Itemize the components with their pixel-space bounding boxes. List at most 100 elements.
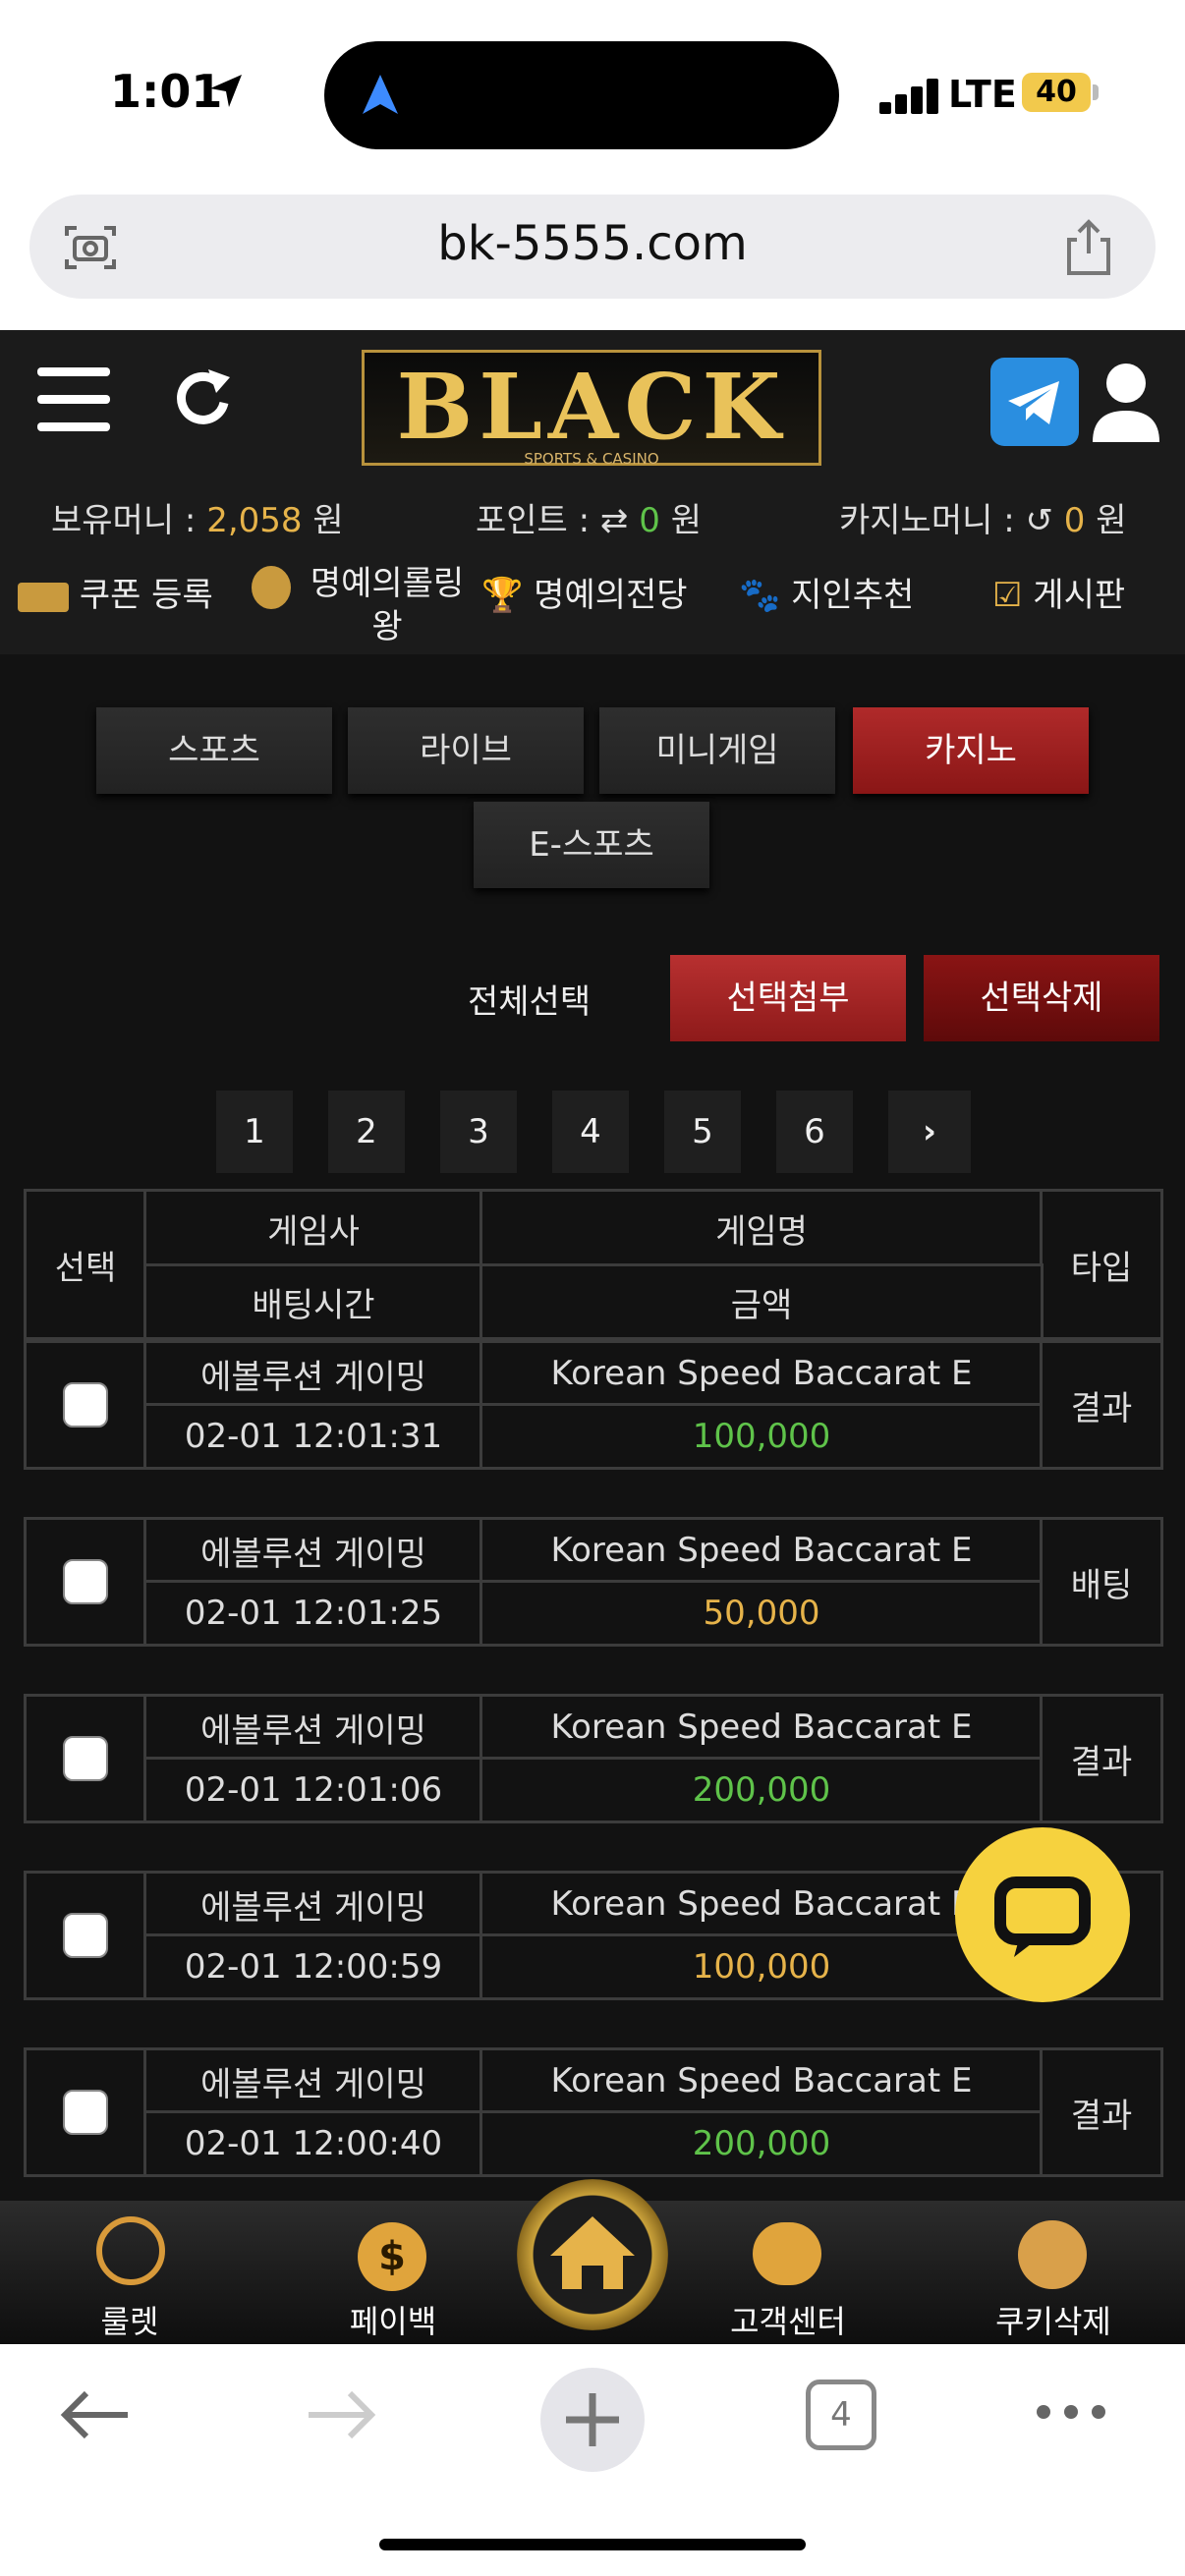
network-type: LTE	[948, 73, 1017, 116]
row-amount: 50,000	[480, 1580, 1044, 1647]
refresh-icon[interactable]	[173, 364, 238, 432]
row-type: 결과	[1040, 2047, 1163, 2177]
holding-value: 2,058	[206, 501, 303, 540]
hamburger-menu-icon[interactable]	[37, 367, 110, 432]
tabs-button[interactable]: 4	[806, 2380, 876, 2450]
nav-board[interactable]: ☑ 게시판	[992, 568, 1125, 616]
row-time: 02-01 12:01:31	[143, 1403, 483, 1470]
cookie-icon[interactable]	[1018, 2220, 1087, 2289]
page-3[interactable]: 3	[440, 1091, 517, 1173]
row-amount: 200,000	[480, 1757, 1044, 1823]
header-type: 타입	[1040, 1189, 1163, 1340]
row-checkbox[interactable]	[63, 1736, 108, 1781]
page-2[interactable]: 2	[328, 1091, 405, 1173]
row-checkbox[interactable]	[63, 2090, 108, 2135]
row-game: Korean Speed Baccarat E	[480, 1340, 1044, 1407]
user-profile-icon[interactable]	[1089, 358, 1163, 446]
nav-board-label: 게시판	[1033, 576, 1126, 615]
back-icon[interactable]	[55, 2385, 134, 2444]
navigation-app-icon	[363, 75, 398, 114]
header-provider: 게임사	[143, 1189, 483, 1267]
page-1[interactable]: 1	[216, 1091, 293, 1173]
medal-icon	[252, 566, 291, 609]
row-select-cell	[24, 1871, 147, 2000]
chat-bubble-icon	[994, 1876, 1091, 1957]
tab-minigame[interactable]: 미니게임	[599, 707, 835, 794]
page-4[interactable]: 4	[552, 1091, 629, 1173]
row-type: 결과	[1040, 1340, 1163, 1470]
header-amount: 금액	[480, 1263, 1044, 1340]
next-page-icon[interactable]: ›	[888, 1091, 971, 1173]
row-select-cell	[24, 1694, 147, 1823]
row-checkbox[interactable]	[63, 1559, 108, 1604]
tab-sports[interactable]: 스포츠	[96, 707, 332, 794]
row-checkbox[interactable]	[63, 1913, 108, 1958]
home-indicator	[379, 2539, 806, 2550]
share-icon[interactable]	[1061, 218, 1116, 277]
forward-icon[interactable]	[303, 2385, 381, 2444]
row-game: Korean Speed Baccarat E	[480, 2047, 1044, 2114]
home-button[interactable]	[517, 2179, 668, 2330]
chat-button[interactable]	[955, 1827, 1130, 2002]
holding-unit: 원	[312, 501, 344, 540]
nav-rolling-king[interactable]: 명예의롤링 왕	[299, 562, 476, 648]
attach-selected-button[interactable]: 선택첨부	[670, 955, 906, 1041]
coupon-icon	[18, 582, 69, 612]
page-5[interactable]: 5	[664, 1091, 741, 1173]
header-time: 배팅시간	[143, 1263, 483, 1340]
exchange-icon[interactable]: ⇄	[600, 501, 629, 540]
casino-value: 0	[1063, 501, 1086, 540]
new-tab-button[interactable]	[540, 2368, 645, 2472]
nav-coupon[interactable]: 쿠폰 등록	[18, 568, 213, 616]
nav-referral-label: 지인추천	[791, 576, 915, 615]
nav-coupon-label: 쿠폰 등록	[79, 576, 213, 615]
payback-icon[interactable]: $	[358, 2222, 426, 2291]
nav-payback-label[interactable]: 페이백	[295, 2297, 491, 2342]
url-text[interactable]: bk-5555.com	[0, 216, 1185, 271]
header-select: 선택	[24, 1189, 147, 1340]
page-6[interactable]: 6	[776, 1091, 853, 1173]
camera-search-icon[interactable]	[63, 220, 118, 275]
casino-refresh-icon[interactable]: ↺	[1025, 501, 1053, 540]
casino-label: 카지노머니 :	[839, 501, 1015, 540]
point-label: 포인트 :	[476, 501, 591, 540]
holding-money: 보유머니 : 2,058 원	[51, 493, 344, 541]
logo-text: BLACK	[396, 354, 787, 460]
nav-hall-label: 명예의전당	[534, 576, 688, 615]
plus-icon	[566, 2393, 619, 2446]
tab-live[interactable]: 라이브	[348, 707, 584, 794]
trophy-icon: 🏆	[481, 576, 524, 615]
row-type: 배팅	[1040, 1517, 1163, 1647]
battery-tip	[1093, 84, 1099, 100]
roulette-icon[interactable]	[96, 2216, 165, 2285]
select-all-button[interactable]: 전체선택	[468, 975, 591, 1023]
row-time: 02-01 12:00:59	[143, 1933, 483, 2000]
support-icon[interactable]	[753, 2222, 821, 2285]
row-amount: 100,000	[480, 1403, 1044, 1470]
point-value: 0	[639, 501, 660, 540]
row-provider: 에볼루션 게이밍	[143, 1517, 483, 1584]
signal-icon	[879, 79, 938, 114]
board-check-icon: ☑	[992, 576, 1023, 615]
row-select-cell	[24, 2047, 147, 2177]
row-checkbox[interactable]	[63, 1382, 108, 1428]
telegram-icon[interactable]	[990, 358, 1079, 446]
nav-support-label[interactable]: 고객센터	[690, 2297, 886, 2342]
row-game: Korean Speed Baccarat E	[480, 1694, 1044, 1761]
row-select-cell	[24, 1340, 147, 1470]
more-icon[interactable]	[1032, 2397, 1110, 2427]
holding-label: 보유머니 :	[51, 501, 197, 540]
row-amount: 200,000	[480, 2110, 1044, 2177]
nav-cookie-label[interactable]: 쿠키삭제	[955, 2297, 1152, 2342]
nav-referral[interactable]: 🐾 지인추천	[739, 568, 914, 616]
tab-casino[interactable]: 카지노	[853, 707, 1089, 794]
battery-icon: 40	[1022, 73, 1091, 112]
home-icon	[550, 2216, 635, 2289]
header-game: 게임명	[480, 1189, 1044, 1267]
nav-roulette-label[interactable]: 룰렛	[31, 2297, 228, 2342]
row-time: 02-01 12:00:40	[143, 2110, 483, 2177]
nav-hall-of-fame[interactable]: 🏆 명예의전당	[481, 568, 688, 616]
tab-esports[interactable]: E-스포츠	[474, 802, 709, 888]
delete-selected-button[interactable]: 선택삭제	[924, 955, 1159, 1041]
row-time: 02-01 12:01:06	[143, 1757, 483, 1823]
